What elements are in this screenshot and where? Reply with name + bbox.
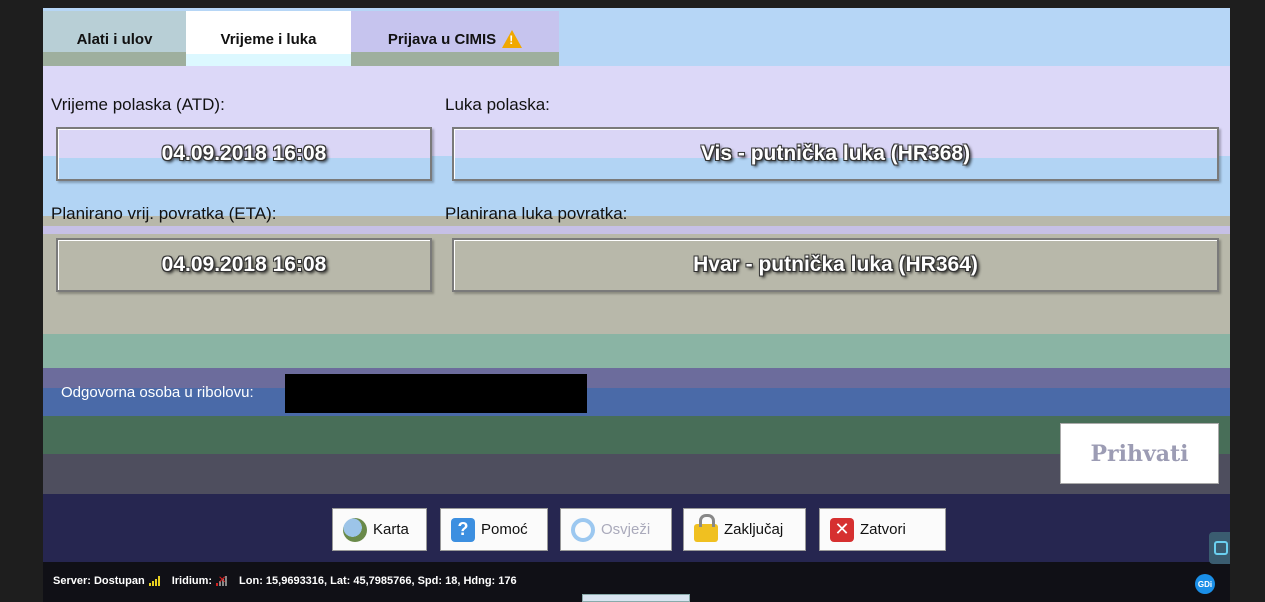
accept-button[interactable]: Prihvati bbox=[1060, 423, 1219, 484]
help-button-label: Pomoć bbox=[481, 521, 528, 538]
iridium-status: Iridium: bbox=[171, 575, 213, 587]
tab-gear-and-catch[interactable]: Alati i ulov bbox=[43, 11, 186, 66]
tab-label: Vrijeme i luka bbox=[220, 31, 317, 48]
return-time-field[interactable]: 04.09.2018 16:08 bbox=[56, 238, 432, 292]
tab-time-and-port[interactable]: Vrijeme i luka bbox=[186, 11, 351, 66]
return-port-label: Planirana luka povratka: bbox=[445, 204, 628, 223]
globe-icon bbox=[343, 517, 367, 542]
lock-button-label: Zaključaj bbox=[724, 521, 784, 538]
map-button-label: Karta bbox=[373, 521, 409, 538]
lock-icon bbox=[694, 513, 718, 542]
spacer-band bbox=[43, 334, 1230, 368]
departure-port-label: Luka polaska: bbox=[445, 95, 550, 114]
return-section-top bbox=[43, 226, 1230, 234]
position-readout: Lon: 15,9693316, Lat: 45,7985766, Spd: 1… bbox=[239, 575, 517, 587]
return-port-field[interactable]: Hvar - putnička luka (HR364) bbox=[452, 238, 1219, 292]
refresh-button-label: Osvježi bbox=[601, 521, 651, 538]
gdi-logo-icon: GDi bbox=[1195, 574, 1215, 594]
status-text: Server: Dostupan Iridium: ✕ Lon: 15,9693… bbox=[53, 575, 517, 587]
accept-area-bottom bbox=[43, 454, 1230, 494]
signal-strength-icon bbox=[148, 576, 160, 586]
help-button[interactable]: ? Pomoć bbox=[440, 508, 548, 551]
warning-icon bbox=[502, 30, 523, 48]
help-icon: ? bbox=[451, 517, 475, 542]
lock-button[interactable]: Zaključaj bbox=[683, 508, 806, 551]
map-button[interactable]: Karta bbox=[332, 508, 427, 551]
close-button-label: Zatvori bbox=[860, 521, 906, 538]
departure-time-field[interactable]: 04.09.2018 16:08 bbox=[56, 127, 432, 181]
departure-port-field[interactable]: Vis - putnička luka (HR368) bbox=[452, 127, 1219, 181]
responsible-person-label: Odgovorna osoba u ribolovu: bbox=[61, 384, 254, 401]
departure-time-label: Vrijeme polaska (ATD): bbox=[51, 95, 225, 114]
return-time-label: Planirano vrij. povratka (ETA): bbox=[51, 204, 277, 223]
no-signal-icon: ✕ bbox=[216, 575, 228, 586]
taskbar-fragment bbox=[582, 594, 690, 602]
close-icon: ✕ bbox=[830, 517, 854, 542]
tab-label: Alati i ulov bbox=[76, 31, 153, 48]
refresh-button[interactable]: Osvježi bbox=[560, 508, 672, 551]
accept-area-top bbox=[43, 416, 1230, 454]
responsible-person-field[interactable] bbox=[285, 374, 587, 413]
app-window: Alati i ulov Vrijeme i luka Prijava u CI… bbox=[43, 8, 1230, 602]
server-status: Server: Dostupan bbox=[53, 575, 145, 587]
tab-label: Prijava u CIMIS bbox=[387, 31, 497, 48]
close-button[interactable]: ✕ Zatvori bbox=[819, 508, 946, 551]
tab-cimis-login[interactable]: Prijava u CIMIS bbox=[351, 11, 559, 66]
side-panel-icon[interactable] bbox=[1209, 532, 1230, 564]
refresh-icon bbox=[571, 517, 595, 542]
